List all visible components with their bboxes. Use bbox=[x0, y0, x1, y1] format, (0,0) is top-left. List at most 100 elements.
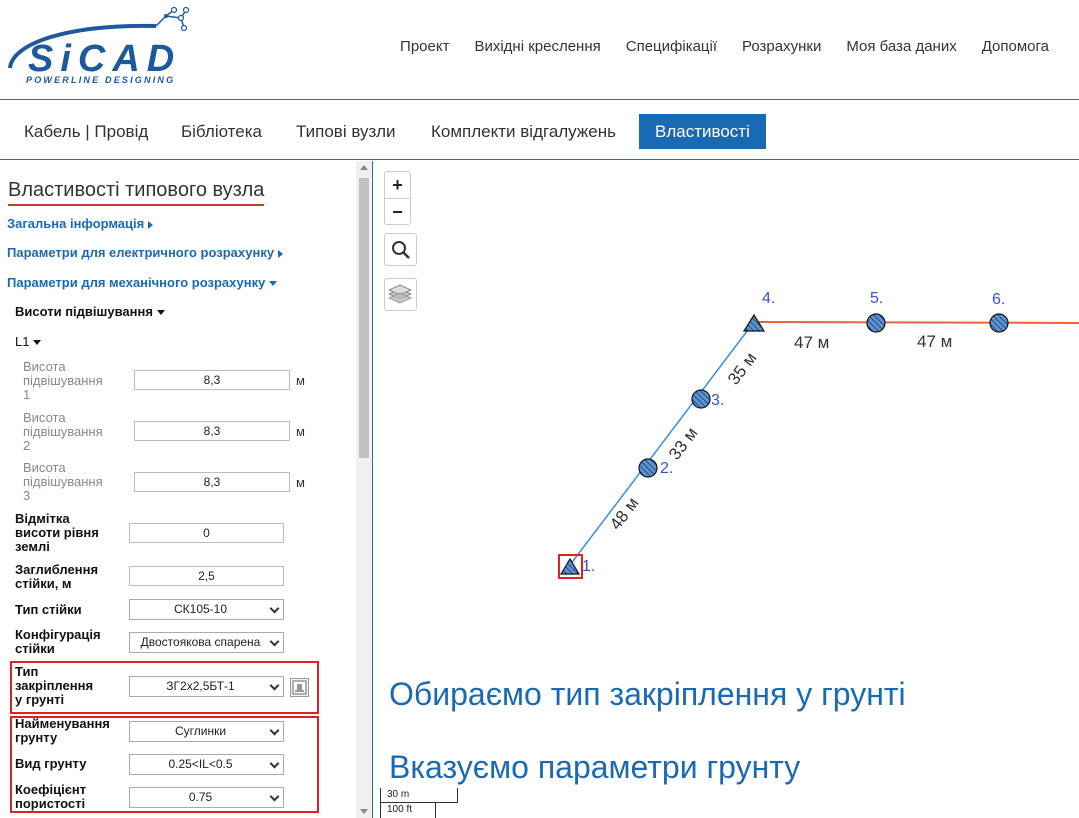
chevron-down-icon bbox=[269, 791, 280, 802]
pole-depth-input[interactable]: 2,5 bbox=[129, 566, 284, 586]
select-value: Суглинки bbox=[174, 724, 227, 738]
drawing-icon bbox=[292, 680, 307, 695]
label-line: Відмітка bbox=[15, 511, 70, 526]
nav-output-drawings[interactable]: Вихідні креслення bbox=[474, 38, 600, 55]
anchor-image-icon[interactable] bbox=[290, 678, 309, 697]
node-1-triangle-icon[interactable] bbox=[559, 557, 581, 575]
label-line: стійки bbox=[15, 641, 55, 656]
label-line: Висота bbox=[23, 410, 66, 425]
label-line: Коефіцієнт bbox=[15, 782, 87, 797]
label-line: у грунті bbox=[15, 692, 65, 707]
nav-help[interactable]: Допомога bbox=[982, 38, 1049, 55]
height-3-label: Висота підвішування 3 bbox=[23, 461, 103, 503]
app-window: SiCAD POWERLINE DESIGNING Проект Вихідні… bbox=[0, 0, 1079, 818]
main-line[interactable] bbox=[753, 321, 1079, 324]
ground-level-input[interactable]: 0 bbox=[129, 523, 284, 543]
section-general-info[interactable]: Загальна інформація bbox=[7, 216, 154, 231]
label-line: 3 bbox=[23, 488, 31, 503]
label-line: Заглиблення bbox=[15, 562, 99, 577]
span-label-48: 48 м bbox=[606, 494, 642, 534]
nav-specifications[interactable]: Специфікації bbox=[626, 38, 717, 55]
map-view[interactable]: 48 м 33 м 35 м 47 м 47 м 1. 2. 3. 4. 5. … bbox=[374, 161, 1079, 818]
pole-config-label: Конфігурація стійки bbox=[15, 628, 101, 656]
section-label: Параметри для механічного розрахунку bbox=[7, 275, 266, 290]
soil-name-label: Найменування грунту bbox=[15, 717, 110, 745]
logo-tagline: POWERLINE DESIGNING bbox=[26, 75, 176, 85]
main-nav: Проект Вихідні креслення Специфікації Ро… bbox=[400, 38, 1049, 55]
nav-project[interactable]: Проект bbox=[400, 38, 449, 55]
anchor-type-label: Тип закріплення у грунті bbox=[15, 665, 93, 707]
caret-right-icon bbox=[148, 220, 154, 229]
soil-kind-label: Вид грунту bbox=[15, 756, 87, 771]
chevron-down-icon bbox=[269, 636, 280, 647]
tab-library[interactable]: Бібліотека bbox=[165, 114, 278, 149]
nav-calculations[interactable]: Розрахунки bbox=[742, 38, 821, 55]
heights-header[interactable]: Висоти підвішування bbox=[15, 304, 165, 319]
label-line: 1 bbox=[23, 387, 31, 402]
pole-depth-label: Заглиблення стійки, м bbox=[15, 563, 98, 591]
heights-header-label: Висоти підвішування bbox=[15, 304, 153, 319]
label-line: стійки, м bbox=[15, 576, 72, 591]
node-6-circle-icon[interactable] bbox=[989, 313, 1009, 333]
section-electrical-params[interactable]: Параметри для електричного розрахунку bbox=[7, 245, 284, 260]
node-5-circle-icon[interactable] bbox=[866, 313, 886, 333]
panel-scrollbar[interactable] bbox=[356, 161, 372, 818]
height-1-label: Висота підвішування 1 bbox=[23, 360, 103, 402]
anchor-type-select[interactable]: ЗГ2х2,5БТ-1 bbox=[129, 676, 284, 697]
label-line: Найменування bbox=[15, 716, 110, 731]
sicad-logo[interactable]: SiCAD POWERLINE DESIGNING bbox=[6, 4, 191, 90]
properties-panel: Властивості типового вузла Загальна інфо… bbox=[0, 161, 373, 818]
node-3-circle-icon[interactable] bbox=[691, 389, 711, 409]
caret-right-icon bbox=[278, 249, 284, 258]
node-2-circle-icon[interactable] bbox=[638, 458, 658, 478]
label-line: закріплення bbox=[15, 678, 94, 693]
label-line: грунту bbox=[15, 730, 58, 745]
label-line: Висота bbox=[23, 460, 66, 475]
porosity-select[interactable]: 0.75 bbox=[129, 787, 284, 808]
nav-my-database[interactable]: Моя база даних bbox=[846, 38, 956, 55]
label-line: підвішування bbox=[23, 424, 103, 439]
tab-branch-kits[interactable]: Комплекти відгалужень bbox=[415, 114, 632, 149]
zoom-in-button[interactable]: + bbox=[385, 172, 410, 198]
line-l1-toggle[interactable]: L1 bbox=[15, 334, 42, 349]
line-diagram: 48 м 33 м 35 м 47 м 47 м 1. 2. 3. 4. 5. … bbox=[558, 290, 1079, 579]
caret-down-icon bbox=[269, 281, 278, 287]
node-label-1: 1. bbox=[582, 558, 595, 575]
soil-kind-select[interactable]: 0.25<IL<0.5 bbox=[129, 754, 284, 775]
pole-config-select[interactable]: Двостоякова спарена bbox=[129, 632, 284, 653]
search-button[interactable] bbox=[384, 233, 417, 266]
section-mechanical-params[interactable]: Параметри для механічного розрахунку bbox=[7, 275, 278, 290]
span-label-33: 33 м bbox=[665, 424, 701, 464]
label-line: Висота bbox=[23, 359, 66, 374]
scale-bar: 30 m 100 ft bbox=[380, 788, 458, 818]
select-value: Двостоякова спарена bbox=[140, 635, 261, 649]
select-value: 0.75 bbox=[188, 790, 213, 804]
height-3-input[interactable]: 8,3 bbox=[134, 472, 290, 492]
soil-name-select[interactable]: Суглинки bbox=[129, 721, 284, 742]
select-value: СК105-10 bbox=[173, 602, 228, 616]
scroll-up-icon[interactable] bbox=[360, 165, 368, 170]
scale-metric: 30 m bbox=[380, 788, 458, 803]
chevron-down-icon bbox=[269, 680, 280, 691]
pole-type-select[interactable]: СК105-10 bbox=[129, 599, 284, 620]
zoom-control: + − bbox=[384, 171, 411, 225]
height-1-input[interactable]: 8,3 bbox=[134, 370, 290, 390]
label-line: висоти рівня bbox=[15, 525, 99, 540]
chevron-down-icon bbox=[269, 603, 280, 614]
height-3-unit: м bbox=[296, 475, 305, 490]
tab-bar: Кабель | Провід Бібліотека Типові вузли … bbox=[0, 100, 1079, 160]
layers-button[interactable] bbox=[384, 278, 417, 311]
zoom-out-button[interactable]: − bbox=[385, 198, 410, 224]
tab-typical-nodes[interactable]: Типові вузли bbox=[280, 114, 412, 149]
tab-cable-wire[interactable]: Кабель | Провід bbox=[8, 114, 164, 149]
branch-line[interactable] bbox=[569, 321, 755, 566]
scrollbar-thumb[interactable] bbox=[359, 178, 369, 458]
instruction-soil: Вказуємо параметри грунту bbox=[389, 749, 801, 785]
scroll-down-icon[interactable] bbox=[360, 809, 368, 814]
ground-level-label: Відмітка висоти рівня землі bbox=[15, 512, 99, 554]
label-line: землі bbox=[15, 539, 50, 554]
height-2-label: Висота підвішування 2 bbox=[23, 411, 103, 453]
height-2-input[interactable]: 8,3 bbox=[134, 421, 290, 441]
tab-properties[interactable]: Властивості bbox=[639, 114, 766, 149]
label-line: Конфігурація bbox=[15, 627, 101, 642]
